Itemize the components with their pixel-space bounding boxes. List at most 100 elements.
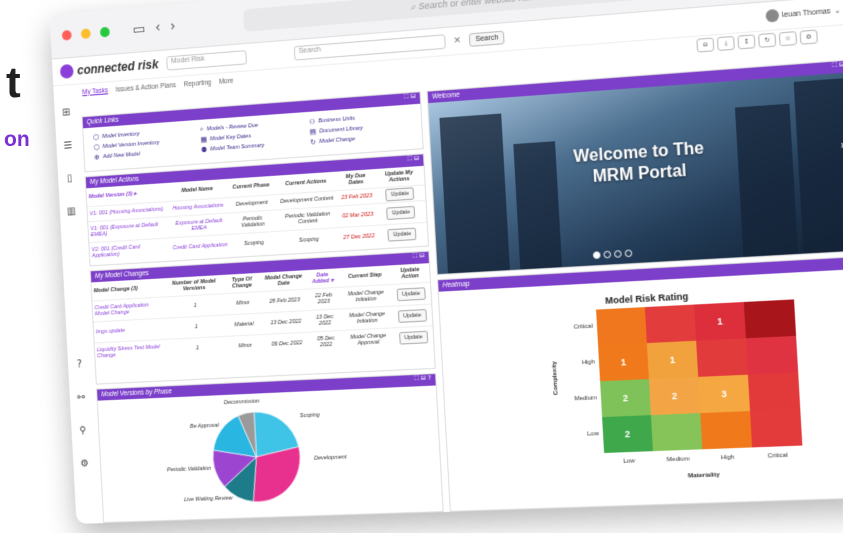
list-nav-icon[interactable]: ☰	[63, 140, 72, 152]
model-actions-panel: My Model Actions ⛶ ⊟ Model Version (3) ▸ …	[84, 153, 430, 267]
dashboard-nav-icon[interactable]: ⊞	[62, 107, 71, 119]
app-search-input[interactable]: Search	[293, 34, 446, 61]
expand-icon[interactable]: ⛶ ⊟	[413, 252, 425, 264]
heatmap-cell[interactable]	[700, 411, 753, 450]
forward-icon[interactable]: ›	[170, 18, 176, 35]
minimize-window-button[interactable]	[80, 28, 91, 40]
change-icon: ↻	[310, 138, 317, 147]
view-options-icon[interactable]: ⊖	[696, 36, 715, 53]
heatmap-cell[interactable]	[644, 304, 697, 344]
change-date: 28 Feb 2023	[261, 289, 308, 313]
chart-nav-icon[interactable]: ▥	[67, 206, 77, 218]
user-menu[interactable]: Ieuan Thomas ⌄	[764, 4, 841, 23]
update-button[interactable]: Update	[386, 205, 416, 220]
heatmap-cell[interactable]: 2	[648, 376, 701, 416]
tab-my-tasks[interactable]: My Tasks	[82, 87, 108, 96]
clear-search-icon[interactable]: ×	[453, 35, 461, 46]
search-button[interactable]: Search	[468, 30, 506, 47]
search-icon: ⌕	[199, 124, 204, 133]
expand-icon[interactable]: ⛶ ⊟	[832, 61, 843, 74]
column-header[interactable]: Model Change Date	[261, 270, 307, 291]
heatmap-cell[interactable]	[696, 338, 748, 377]
close-window-button[interactable]	[61, 29, 72, 41]
app-logo[interactable]: connected risk	[59, 57, 159, 79]
settings-icon[interactable]: ⚙	[799, 28, 818, 45]
current-phase: Periodic Validation	[229, 209, 277, 235]
heatmap-cell[interactable]: 1	[646, 340, 699, 380]
update-button[interactable]: Update	[397, 309, 427, 323]
update-button[interactable]: Update	[385, 187, 415, 202]
row-label: Low	[587, 431, 599, 438]
org-nav-icon[interactable]: ⚲	[79, 425, 87, 436]
add-icon: ⊕	[94, 153, 101, 162]
heatmap-cell[interactable]: 1	[694, 301, 746, 341]
update-button[interactable]: Update	[399, 330, 429, 345]
quick-links-title: Quick Links	[86, 116, 120, 127]
heatmap-cell[interactable]: 2	[602, 415, 653, 453]
document-nav-icon[interactable]: ▯	[67, 173, 73, 184]
carousel-dot[interactable]	[603, 250, 612, 259]
tab-issues[interactable]: Issues & Action Plans	[115, 82, 176, 94]
heatmap-cell[interactable]	[750, 408, 803, 448]
building-shape	[734, 103, 799, 257]
expand-icon[interactable]: ⛶ ⊟	[404, 93, 416, 105]
help-nav-icon[interactable]: ?	[77, 359, 83, 370]
column-label: Low	[622, 458, 636, 465]
column-header[interactable]: Type Of Change	[222, 273, 261, 294]
expand-icon[interactable]: ⛶ ⊟	[408, 155, 420, 167]
current-action: Scoping	[276, 227, 342, 253]
network-nav-icon[interactable]: ⚯	[77, 392, 86, 403]
tab-reporting[interactable]: Reporting	[184, 79, 212, 88]
maximize-window-button[interactable]	[99, 26, 110, 38]
version-count: 1	[165, 293, 225, 319]
heatmap-cell[interactable]	[650, 413, 703, 452]
url-placeholder: Search or enter website name	[418, 0, 543, 12]
back-icon[interactable]: ‹	[155, 20, 161, 37]
heatmap-cell[interactable]	[743, 299, 797, 339]
change-date: 13 Dec 2022	[262, 310, 309, 335]
heatmap-grid: 1112232	[596, 299, 803, 453]
heatmap-cell[interactable]: 1	[598, 343, 649, 382]
document-icon: ▤	[309, 127, 317, 137]
current-phase: Scoping	[230, 231, 278, 256]
heatmap-cell[interactable]	[747, 372, 801, 412]
heatmap-cell[interactable]	[745, 335, 799, 375]
column-label: Critical	[767, 452, 788, 460]
update-button[interactable]: Update	[396, 287, 426, 302]
column-label: High	[720, 454, 735, 462]
column-header[interactable]: My Due Dates	[337, 169, 374, 190]
carousel-dot[interactable]	[624, 249, 633, 258]
expand-icon[interactable]: ⛶ ⊟ ?	[414, 374, 431, 386]
welcome-banner: Welcome to The MRM Portal ›	[428, 72, 843, 275]
model-change-link[interactable]: Liquidity Stress Test Model Change	[94, 339, 170, 364]
model-version-link[interactable]: V2: 001 (Credit Card Application)	[89, 237, 171, 264]
date-added: 13 Dec 2022	[307, 308, 343, 333]
heatmap-cell[interactable]: 2	[600, 379, 651, 418]
gear-nav-icon[interactable]: ⚙	[80, 458, 89, 469]
favourite-icon[interactable]: ☆	[778, 30, 798, 46]
version-count: 1	[167, 315, 226, 340]
change-type: Material	[224, 312, 264, 337]
quick-link-label: Model Change	[318, 136, 356, 146]
sidebar-toggle-icon[interactable]: ▭	[132, 21, 146, 38]
date-added: 22 Feb 2023	[306, 287, 341, 311]
model-changes-panel: My Model Changes ⛶ ⊟ Model Change (3) Num…	[89, 250, 436, 385]
model-name-link[interactable]: Credit Card Application	[168, 234, 232, 259]
update-button[interactable]: Update	[387, 227, 417, 242]
module-select[interactable]: Model Risk	[165, 50, 247, 71]
sort-icon[interactable]: ↕	[737, 33, 756, 49]
version-icon: ⬡	[93, 143, 100, 152]
pie-label: Be Approval	[189, 422, 220, 430]
heatmap-cell[interactable]: 3	[698, 374, 751, 414]
download-icon[interactable]: ⤓	[716, 35, 735, 51]
refresh-icon[interactable]: ↻	[758, 32, 777, 48]
heatmap-cell[interactable]	[596, 307, 647, 346]
column-header[interactable]: Update Action	[390, 263, 430, 284]
carousel-dot[interactable]	[613, 250, 622, 258]
quick-link-label: Document Library	[319, 125, 364, 135]
change-date: 06 Dec 2022	[263, 332, 311, 356]
carousel-dot[interactable]	[592, 251, 601, 260]
column-header[interactable]: Date Added ▾	[306, 268, 340, 289]
tab-more[interactable]: More	[219, 77, 234, 85]
x-axis-label: Materiality	[687, 472, 720, 480]
